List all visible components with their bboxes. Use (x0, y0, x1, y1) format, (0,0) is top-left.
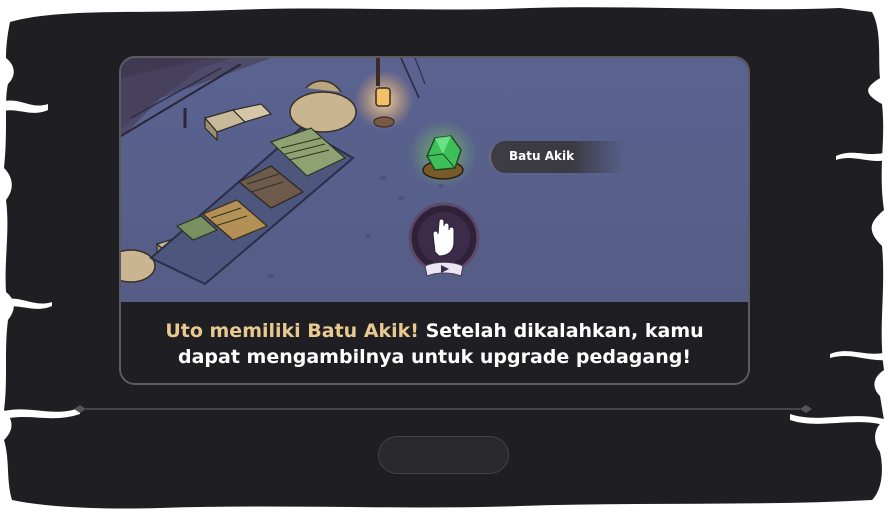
item-label-text: Batu Akik (509, 149, 575, 163)
tutorial-caption: Uto memiliki Batu Akik! Setelah dikalahk… (121, 302, 748, 383)
caption-line-2: dapat mengambilnya untuk upgrade pedagan… (178, 345, 691, 368)
caption-line-1: Uto memiliki Batu Akik! Setelah dikalahk… (165, 318, 703, 344)
game-scene (121, 58, 748, 302)
caption-line-1-rest: Setelah dikalahkan, kamu (418, 319, 704, 342)
caption-highlight: Uto memiliki Batu Akik! (165, 319, 419, 342)
item-label-batu-akik: Batu Akik (489, 141, 625, 173)
tutorial-screen: Batu Akik Uto memiliki Batu Akik! Setela… (0, 0, 888, 513)
green-gem-icon[interactable] (409, 120, 477, 188)
continue-button[interactable] (378, 436, 509, 474)
tutorial-panel: Batu Akik Uto memiliki Batu Akik! Setela… (119, 56, 750, 385)
